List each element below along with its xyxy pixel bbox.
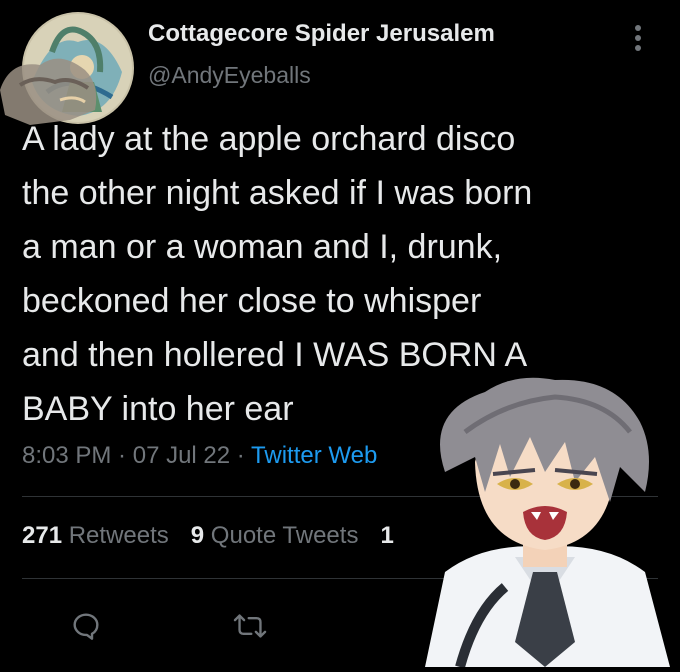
- quotes-count: 9: [190, 522, 205, 549]
- tweet-date[interactable]: 07 Jul 22: [133, 442, 230, 469]
- tweet-source-link[interactable]: Twitter Web: [251, 442, 377, 469]
- tweet-stats: 271 Retweets 9 Quote Tweets 1: [22, 522, 416, 550]
- anime-character-overlay: [405, 372, 680, 669]
- tweet-meta: 8:03 PM · 07 Jul 22 · Twitter Web: [22, 442, 377, 470]
- meta-separator-2: ·: [230, 442, 252, 469]
- tweet-time[interactable]: 8:03 PM: [22, 442, 111, 469]
- anime-character-image: [425, 377, 670, 669]
- author-handle[interactable]: @AndyEyeballs: [148, 62, 311, 89]
- quotes-label: Quote Tweets: [210, 522, 359, 549]
- more-vertical-icon: [635, 25, 641, 51]
- author-name[interactable]: Cottagecore Spider Jerusalem: [148, 20, 495, 48]
- retweet-icon: [233, 614, 267, 638]
- tweet-card: Cottagecore Spider Jerusalem @AndyEyebal…: [0, 0, 680, 669]
- more-options-button[interactable]: [620, 20, 656, 56]
- meta-separator: ·: [111, 442, 133, 469]
- quotes-stat[interactable]: 9 Quote Tweets: [191, 522, 359, 549]
- retweets-count: 271: [22, 522, 63, 549]
- retweet-button[interactable]: [232, 608, 268, 644]
- reply-button[interactable]: [68, 608, 104, 644]
- retweets-label: Retweets: [68, 522, 169, 549]
- avatar-sticker-overlay: [0, 40, 110, 140]
- reply-icon: [73, 613, 99, 640]
- anime-sticker-small: [0, 58, 97, 125]
- retweets-stat[interactable]: 271 Retweets: [22, 522, 169, 549]
- likes-stat[interactable]: 1: [380, 522, 393, 549]
- likes-count: 1: [380, 522, 394, 549]
